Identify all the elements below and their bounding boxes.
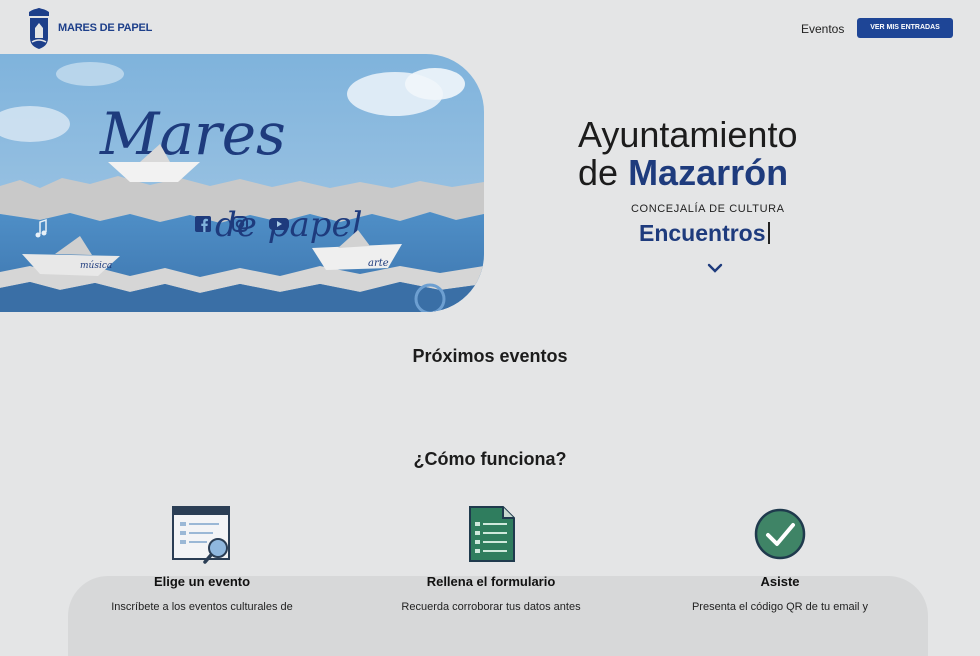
step-rellena-formulario: Rellena el formulario Recuerda corrobora…: [361, 574, 621, 613]
banner-script-title: Mares: [99, 100, 286, 168]
department-label: CONCEJALÍA DE CULTURA: [631, 203, 785, 215]
nav-link-eventos[interactable]: Eventos: [801, 22, 844, 36]
rotating-word-text: Encuentros: [639, 220, 766, 246]
step-elige-evento: Elige un evento Inscríbete a los eventos…: [72, 574, 332, 613]
step-title: Rellena el formulario: [426, 574, 556, 589]
top-navbar: MARES DE PAPEL Eventos VER MIS ENTRADAS: [0, 0, 980, 58]
youtube-icon[interactable]: [269, 216, 289, 232]
form-document-icon: [469, 506, 515, 562]
how-it-works-title: ¿Cómo funciona?: [413, 449, 567, 469]
step-title: Elige un evento: [153, 574, 251, 589]
boat-label-arte: arte: [368, 258, 389, 269]
hero-title-prefix: de: [578, 152, 619, 193]
chevron-down-icon[interactable]: [707, 262, 723, 274]
hero-title-strong: Mazarrón: [628, 152, 789, 193]
rotating-word: Encuentros: [639, 220, 770, 247]
step-description: Inscríbete a los eventos culturales de: [111, 601, 293, 613]
hero-banner-image: Mares de papel música arte: [0, 54, 484, 312]
step-title: Asiste: [760, 574, 800, 589]
hero-title-line1: Ayuntamiento: [578, 114, 798, 155]
boat-label-musica: música: [80, 260, 112, 271]
site-logo[interactable]: MARES DE PAPEL: [26, 6, 152, 50]
step-description: Recuerda corroborar tus datos antes: [401, 601, 581, 613]
social-links: [195, 216, 289, 232]
typing-cursor: [767, 222, 770, 244]
logo-text: MARES DE PAPEL: [58, 22, 153, 34]
instagram-icon[interactable]: [232, 216, 248, 232]
coat-of-arms-icon: [29, 8, 49, 49]
step-asiste: Asiste Presenta el código QR de tu email…: [650, 574, 910, 613]
event-list-search-icon: [172, 506, 230, 564]
hero-title: Ayuntamiento de Mazarrón: [578, 116, 858, 192]
step-description: Presenta el código QR de tu email y: [691, 601, 869, 613]
check-circle-icon: [754, 508, 806, 560]
upcoming-events-title: Próximos eventos: [412, 346, 568, 366]
facebook-icon[interactable]: [195, 216, 211, 232]
ver-mis-entradas-button[interactable]: VER MIS ENTRADAS: [857, 18, 953, 38]
